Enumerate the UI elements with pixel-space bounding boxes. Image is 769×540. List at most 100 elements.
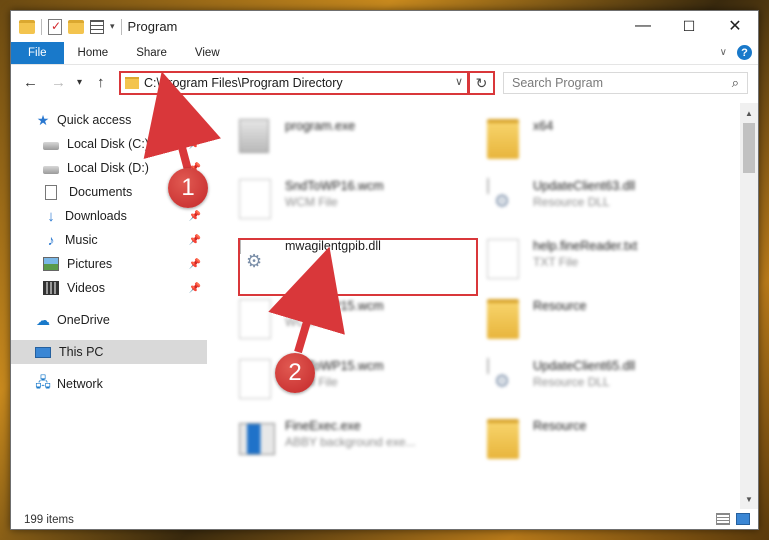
document-icon: [239, 299, 271, 339]
document-icon: [239, 179, 271, 219]
sidebar-item-label: Pictures: [67, 257, 113, 271]
properties-check-icon[interactable]: [48, 18, 62, 35]
expand-ribbon-icon[interactable]: ∨: [720, 47, 727, 58]
address-bar[interactable]: C:\Program Files\Program Directory ∨: [119, 71, 469, 95]
chevron-down-icon[interactable]: ▾: [110, 21, 115, 32]
pin-icon[interactable]: 📌: [189, 139, 201, 150]
tab-file[interactable]: File: [11, 42, 64, 64]
recent-locations-button[interactable]: ▾: [77, 77, 82, 88]
sidebar-item-label: OneDrive: [57, 313, 110, 327]
sidebar-item-onedrive[interactable]: ☁ OneDrive: [11, 308, 207, 332]
forward-button[interactable]: →: [51, 74, 66, 91]
sidebar-item-downloads[interactable]: ↓ Downloads 📌: [11, 204, 207, 228]
sidebar-item-network[interactable]: 🖧 Network: [11, 372, 207, 396]
large-icons-view-icon[interactable]: [736, 513, 750, 525]
sidebar-item-label: Quick access: [57, 113, 132, 127]
pin-icon[interactable]: 📌: [189, 283, 201, 294]
document-icon: [487, 239, 519, 279]
sidebar-item-label: This PC: [59, 345, 104, 359]
pin-icon[interactable]: 📌: [189, 259, 201, 270]
up-button[interactable]: ↑: [97, 74, 105, 91]
sidebar-item-label: Documents: [69, 185, 133, 199]
disk-icon: [43, 166, 59, 174]
view-switcher: [716, 513, 750, 525]
step-1-badge: 1: [168, 168, 208, 208]
toolbar-divider: [120, 18, 122, 35]
scroll-up-icon[interactable]: ▲: [740, 105, 758, 121]
scroll-down-icon[interactable]: ▼: [740, 491, 758, 507]
file-type: Resource DLL: [533, 375, 610, 389]
file-type: WCM File: [285, 315, 338, 329]
file-name: SndToWP16.wcm: [285, 179, 384, 193]
downloads-icon: ↓: [47, 207, 55, 225]
file-name: Resource: [533, 419, 587, 433]
sidebar-item-this-pc[interactable]: This PC: [11, 340, 207, 364]
chevron-down-icon[interactable]: ∨: [455, 75, 463, 88]
item-count: 199 items: [24, 514, 74, 526]
customize-icon[interactable]: [90, 19, 104, 34]
tab-home[interactable]: Home: [64, 42, 123, 64]
sidebar-item-label: Network: [57, 377, 103, 391]
window-controls: — ☐ ✕: [620, 11, 758, 41]
ribbon-right: ∨ ?: [720, 45, 752, 60]
sidebar-item-label: Local Disk (C:): [67, 137, 149, 151]
dll-icon: [487, 358, 489, 374]
sidebar-item-music[interactable]: ♪ Music 📌: [11, 228, 207, 252]
file-item[interactable]: help.fineReader.txt TXT File: [463, 233, 698, 289]
scrollbar-thumb[interactable]: [743, 123, 755, 173]
step-2-badge: 2: [275, 353, 315, 393]
file-item[interactable]: UpdateClient63.dll Resource DLL: [463, 173, 698, 229]
new-folder-icon[interactable]: [68, 19, 84, 34]
close-button[interactable]: ✕: [712, 11, 758, 41]
status-bar: 199 items: [11, 509, 758, 531]
music-icon: ♪: [47, 232, 55, 248]
sidebar-item-label: Downloads: [65, 209, 127, 223]
pin-icon[interactable]: 📌: [189, 235, 201, 246]
dll-icon: [487, 178, 489, 194]
file-item[interactable]: SndToWP15.wcm WCM File: [215, 353, 450, 409]
file-name: x64: [533, 119, 554, 133]
help-icon[interactable]: ?: [737, 45, 752, 60]
refresh-button[interactable]: ↻: [469, 71, 495, 95]
file-item[interactable]: SndToWP15.wcm WCM File: [215, 293, 450, 349]
folder-item[interactable]: x64: [463, 113, 698, 169]
folder-icon: [487, 119, 519, 159]
documents-icon: [45, 184, 57, 200]
network-icon: 🖧: [35, 374, 51, 390]
sidebar-item-videos[interactable]: Videos 📌: [11, 276, 207, 300]
disk-icon: [43, 142, 59, 150]
search-input[interactable]: Search Program ⌕: [503, 72, 748, 94]
back-button[interactable]: ←: [23, 74, 38, 91]
file-item[interactable]: SndToWP16.wcm WCM File: [215, 173, 450, 229]
file-item[interactable]: UpdateClient65.dll Resource DLL: [463, 353, 698, 409]
ribbon-tabs: File Home Share View ∨ ?: [11, 42, 758, 65]
exe-icon: [239, 119, 269, 153]
folder-icon: [125, 77, 139, 89]
navigation-pane: ★ Quick access Local Disk (C:) 📌 Local D…: [11, 103, 207, 503]
tab-share[interactable]: Share: [122, 42, 181, 64]
vertical-scrollbar[interactable]: ▲ ▼: [740, 103, 758, 509]
folder-item[interactable]: Resource: [463, 293, 698, 349]
address-row: ← → ▾ ↑ C:\Program Files\Program Directo…: [11, 67, 758, 99]
sidebar-item-local-disk-c[interactable]: Local Disk (C:) 📌: [11, 132, 207, 156]
sidebar-item-label: Local Disk (D:): [67, 161, 149, 175]
file-item[interactable]: program.exe: [215, 113, 450, 169]
pin-icon[interactable]: 📌: [189, 211, 201, 222]
file-name: help.fineReader.txt: [533, 239, 638, 253]
maximize-button[interactable]: ☐: [666, 11, 712, 41]
folder-item[interactable]: Resource: [463, 413, 698, 469]
star-icon: ★: [36, 111, 50, 128]
sidebar-item-pictures[interactable]: Pictures 📌: [11, 252, 207, 276]
file-type: TXT File: [533, 255, 579, 269]
address-path[interactable]: C:\Program Files\Program Directory: [144, 76, 343, 90]
document-icon: [239, 359, 271, 399]
tab-view[interactable]: View: [181, 42, 234, 64]
file-item[interactable]: FineExec.exe ABBY background exe...: [215, 413, 450, 469]
search-icon[interactable]: ⌕: [732, 75, 739, 91]
details-view-icon[interactable]: [716, 513, 730, 525]
minimize-button[interactable]: —: [620, 11, 666, 41]
toolbar-divider: [41, 18, 42, 35]
file-name: UpdateClient65.dll: [533, 359, 636, 373]
search-placeholder: Search Program: [512, 76, 604, 90]
sidebar-item-quick-access[interactable]: ★ Quick access: [11, 108, 207, 132]
